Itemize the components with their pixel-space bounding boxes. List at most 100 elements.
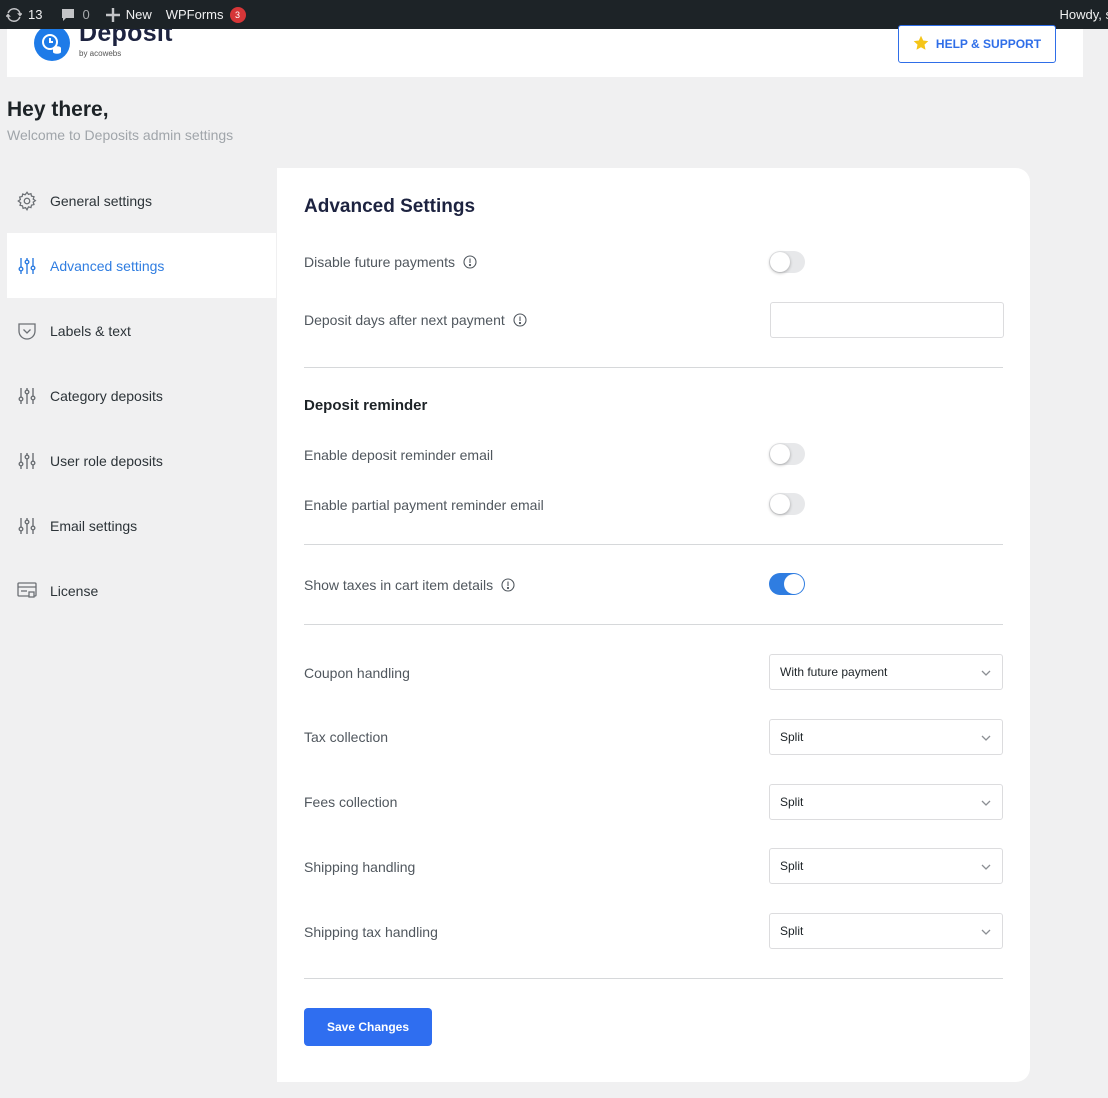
help-support-label: HELP & SUPPORT — [935, 37, 1042, 51]
tax-collection-label: Tax collection — [304, 729, 389, 745]
coupon-handling-select[interactable]: With future payment — [769, 654, 1003, 690]
partial-reminder-email-row: Enable partial payment reminder email — [304, 497, 544, 513]
logo-icon — [34, 29, 70, 61]
deposit-reminder-email-row: Enable deposit reminder email — [304, 447, 493, 463]
sidebar-item-label: Email settings — [50, 517, 138, 534]
notification-badge: 3 — [229, 6, 246, 23]
coupon-handling-row: Coupon handling — [304, 665, 410, 681]
sidebar-item-labels-text[interactable]: Labels & text — [7, 298, 276, 363]
logo-title: Deposit — [79, 29, 173, 47]
settings-sidebar: General settings Advanced settings Label… — [7, 168, 276, 623]
toggle-knob — [770, 444, 790, 464]
deposit-reminder-email-toggle[interactable] — [769, 443, 805, 465]
help-support-button[interactable]: HELP & SUPPORT — [898, 25, 1056, 63]
sidebar-item-category-deposits[interactable]: Category deposits — [7, 363, 276, 428]
deposit-reminder-email-label: Enable deposit reminder email — [304, 447, 494, 463]
fees-collection-label: Fees collection — [304, 794, 398, 810]
tax-collection-row: Tax collection — [304, 729, 388, 745]
tax-collection-value: Split — [780, 730, 804, 744]
plugin-header: Deposit by acowebs HELP & SUPPORT — [7, 25, 1083, 77]
sliders-icon — [16, 515, 38, 537]
shipping-handling-select[interactable]: Split — [769, 848, 1003, 884]
show-taxes-row: Show taxes in cart item details — [304, 577, 515, 593]
toggle-knob — [770, 252, 790, 272]
star-icon — [913, 35, 936, 54]
info-icon[interactable] — [501, 578, 515, 592]
fees-collection-value: Split — [780, 795, 804, 809]
chevron-down-icon — [980, 926, 992, 941]
advanced-settings-panel: Advanced Settings Disable future payment… — [277, 168, 1030, 1082]
chevron-down-icon — [980, 797, 992, 812]
license-icon — [16, 580, 38, 602]
sliders-icon — [16, 255, 38, 277]
show-taxes-toggle[interactable] — [769, 573, 805, 595]
sidebar-item-label: License — [50, 582, 99, 599]
toggle-knob — [784, 574, 804, 594]
sidebar-item-label: General settings — [50, 192, 152, 209]
show-taxes-label: Show taxes in cart item details — [304, 577, 494, 593]
divider — [304, 624, 1003, 625]
disable-future-payments-label: Disable future payments — [304, 254, 455, 270]
save-changes-button[interactable]: Save Changes — [304, 1008, 432, 1046]
disable-future-payments-row: Disable future payments — [304, 254, 477, 270]
howdy-text: Howdy, s — [1059, 7, 1108, 22]
comment-icon — [60, 7, 76, 23]
label-icon — [16, 320, 38, 342]
shipping-tax-handling-row: Shipping tax handling — [304, 924, 438, 940]
comments-count: 0 — [82, 7, 90, 22]
sidebar-item-label: Category deposits — [50, 387, 163, 404]
refresh-icon — [6, 7, 22, 23]
shipping-tax-handling-value: Split — [780, 924, 804, 938]
deposit-days-row: Deposit days after next payment — [304, 312, 527, 328]
sidebar-item-email-settings[interactable]: Email settings — [7, 493, 276, 558]
wpforms-label: WPForms — [165, 7, 224, 22]
coupon-handling-label: Coupon handling — [304, 665, 410, 681]
account-menu[interactable]: Howdy, s — [1060, 0, 1108, 29]
sidebar-item-label: User role deposits — [50, 452, 163, 469]
shipping-handling-label: Shipping handling — [304, 859, 416, 875]
shipping-tax-handling-select[interactable]: Split — [769, 913, 1003, 949]
info-icon[interactable] — [463, 255, 477, 269]
shipping-handling-row: Shipping handling — [304, 859, 415, 875]
divider — [304, 544, 1003, 545]
chevron-down-icon — [980, 667, 992, 682]
deposit-days-input[interactable] — [770, 302, 1004, 338]
updates-count: 13 — [28, 7, 43, 22]
sidebar-item-user-role-deposits[interactable]: User role deposits — [7, 428, 276, 493]
chevron-down-icon — [980, 861, 992, 876]
fees-collection-row: Fees collection — [304, 794, 397, 810]
partial-reminder-email-toggle[interactable] — [769, 493, 805, 515]
updates-menu[interactable]: 13 — [0, 0, 48, 29]
disable-future-payments-toggle[interactable] — [769, 251, 805, 273]
chevron-down-icon — [980, 732, 992, 747]
shipping-handling-value: Split — [780, 859, 804, 873]
deposit-reminder-heading: Deposit reminder — [304, 397, 428, 414]
sidebar-item-label: Advanced settings — [50, 257, 165, 274]
divider — [304, 367, 1003, 368]
coupon-handling-value: With future payment — [780, 665, 888, 679]
deposit-days-label: Deposit days after next payment — [304, 312, 505, 328]
sidebar-item-license[interactable]: License — [7, 558, 276, 623]
sliders-icon — [16, 450, 38, 472]
panel-title: Advanced Settings — [304, 196, 476, 217]
wpforms-menu[interactable]: WPForms 3 — [160, 0, 252, 29]
sidebar-item-label: Labels & text — [50, 322, 131, 339]
info-icon[interactable] — [513, 313, 527, 327]
shipping-tax-handling-label: Shipping tax handling — [304, 924, 438, 940]
sliders-icon — [16, 385, 38, 407]
comments-menu[interactable]: 0 — [54, 0, 95, 29]
fees-collection-select[interactable]: Split — [769, 784, 1003, 820]
plus-icon — [105, 7, 120, 22]
new-label: New — [125, 7, 152, 22]
gear-icon — [16, 190, 38, 212]
toggle-knob — [770, 494, 790, 514]
deposit-logo: Deposit by acowebs — [34, 29, 174, 77]
greeting-title: Hey there, — [7, 98, 109, 121]
sidebar-item-general-settings[interactable]: General settings — [7, 168, 276, 233]
sidebar-item-advanced-settings[interactable]: Advanced settings — [7, 233, 276, 298]
tax-collection-select[interactable]: Split — [769, 719, 1003, 755]
greeting-subtitle: Welcome to Deposits admin settings — [7, 127, 234, 143]
logo-subtitle: by acowebs — [79, 49, 122, 58]
partial-reminder-email-label: Enable partial payment reminder email — [304, 497, 544, 513]
new-content-menu[interactable]: New — [100, 0, 158, 29]
